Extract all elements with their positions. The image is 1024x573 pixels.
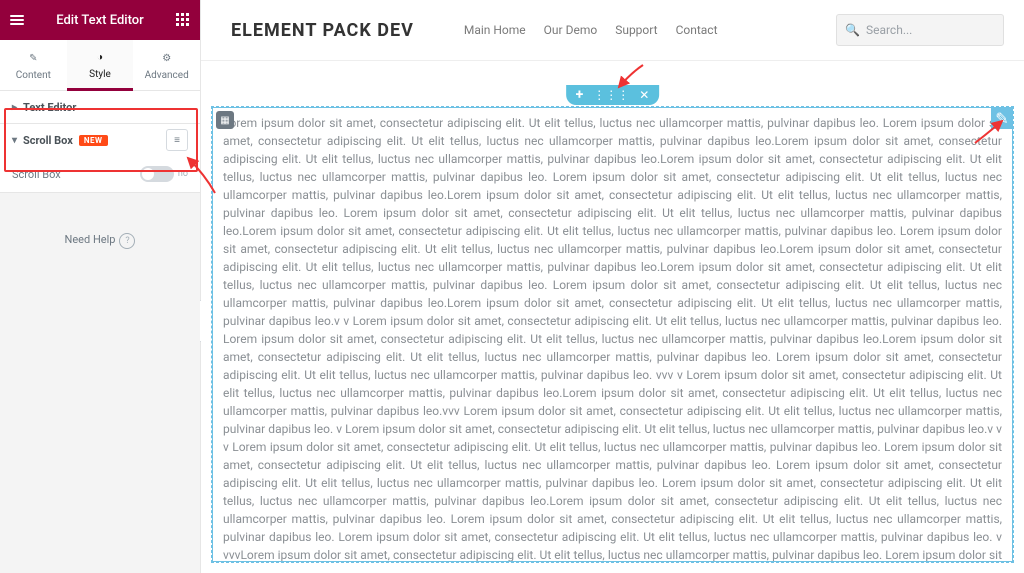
- section-label: Scroll Box: [23, 134, 73, 147]
- format-icon[interactable]: ≡: [166, 129, 188, 151]
- apps-button[interactable]: [176, 13, 190, 27]
- editor-section[interactable]: ▦ ✎ Lorem ipsum dolor sit amet, consecte…: [211, 106, 1014, 563]
- hamburger-icon: [10, 14, 24, 26]
- help-icon: ?: [119, 233, 135, 249]
- chevron-down-icon: ▾: [12, 135, 17, 146]
- tab-label: Advanced: [145, 70, 189, 81]
- pencil-icon: ✎: [29, 50, 37, 68]
- panel-tabs: ✎ Content ◑ Style ⚙ Advanced: [0, 40, 200, 91]
- style-icon: ◑: [97, 49, 103, 67]
- chevron-right-icon: ▸: [12, 102, 17, 113]
- nav-link-main-home[interactable]: Main Home: [464, 23, 526, 37]
- pencil-icon: ✎: [995, 109, 1008, 128]
- tab-label: Content: [16, 70, 51, 81]
- nav-link-contact[interactable]: Contact: [676, 23, 718, 37]
- tab-content[interactable]: ✎ Content: [0, 40, 67, 90]
- column-handle[interactable]: ▦: [216, 111, 234, 129]
- panel-title: Edit Text Editor: [24, 13, 176, 28]
- section-label: Text Editor: [23, 101, 76, 114]
- new-badge: NEW: [79, 135, 108, 146]
- lorem-content: Lorem ipsum dolor sit amet, consectetur …: [223, 114, 1002, 562]
- brand: ELEMENT PACK DEV: [231, 20, 414, 41]
- need-help-link[interactable]: Need Help ?: [0, 193, 200, 573]
- preview-canvas: ELEMENT PACK DEV Main Home Our Demo Supp…: [201, 0, 1024, 573]
- panel-header: Edit Text Editor: [0, 0, 200, 40]
- app-root: Edit Text Editor ✎ Content ◑ Style ⚙ Adv…: [0, 0, 1024, 573]
- section-text-editor[interactable]: ▸ Text Editor: [0, 91, 200, 124]
- text-widget[interactable]: Lorem ipsum dolor sit amet, consectetur …: [212, 107, 1013, 562]
- control-scroll-box-toggle: Scroll Box no: [12, 166, 188, 182]
- menu-button[interactable]: [10, 14, 24, 26]
- add-section-button[interactable]: +: [576, 88, 584, 102]
- search-icon: 🔍: [845, 23, 860, 37]
- control-label: Scroll Box: [12, 168, 61, 181]
- search-input[interactable]: 🔍 Search...: [836, 14, 1004, 46]
- nav-link-support[interactable]: Support: [615, 23, 657, 37]
- section-scroll-box: ▾ Scroll Box NEW ≡ Scroll Box no: [0, 124, 200, 193]
- need-help-label: Need Help: [65, 233, 116, 246]
- site-topbar: ELEMENT PACK DEV Main Home Our Demo Supp…: [201, 0, 1024, 61]
- tab-advanced[interactable]: ⚙ Advanced: [133, 40, 200, 90]
- scroll-box-toggle[interactable]: [140, 166, 174, 182]
- tab-style[interactable]: ◑ Style: [67, 40, 134, 91]
- apps-icon: [176, 13, 190, 27]
- drag-section-handle[interactable]: ⋮⋮⋮: [593, 89, 629, 101]
- toggle-hint: no: [178, 169, 188, 179]
- section-handle: + ⋮⋮⋮ ✕: [566, 85, 660, 105]
- gear-icon: ⚙: [162, 50, 171, 68]
- section-scroll-box-head[interactable]: ▾ Scroll Box NEW ≡: [0, 124, 200, 156]
- remove-section-button[interactable]: ✕: [639, 89, 649, 101]
- edit-widget-button[interactable]: ✎: [991, 107, 1013, 129]
- nav-link-our-demo[interactable]: Our Demo: [544, 23, 598, 37]
- nav-links: Main Home Our Demo Support Contact: [464, 23, 718, 37]
- tab-label: Style: [89, 69, 111, 80]
- elementor-panel: Edit Text Editor ✎ Content ◑ Style ⚙ Adv…: [0, 0, 201, 573]
- search-placeholder: Search...: [866, 23, 912, 37]
